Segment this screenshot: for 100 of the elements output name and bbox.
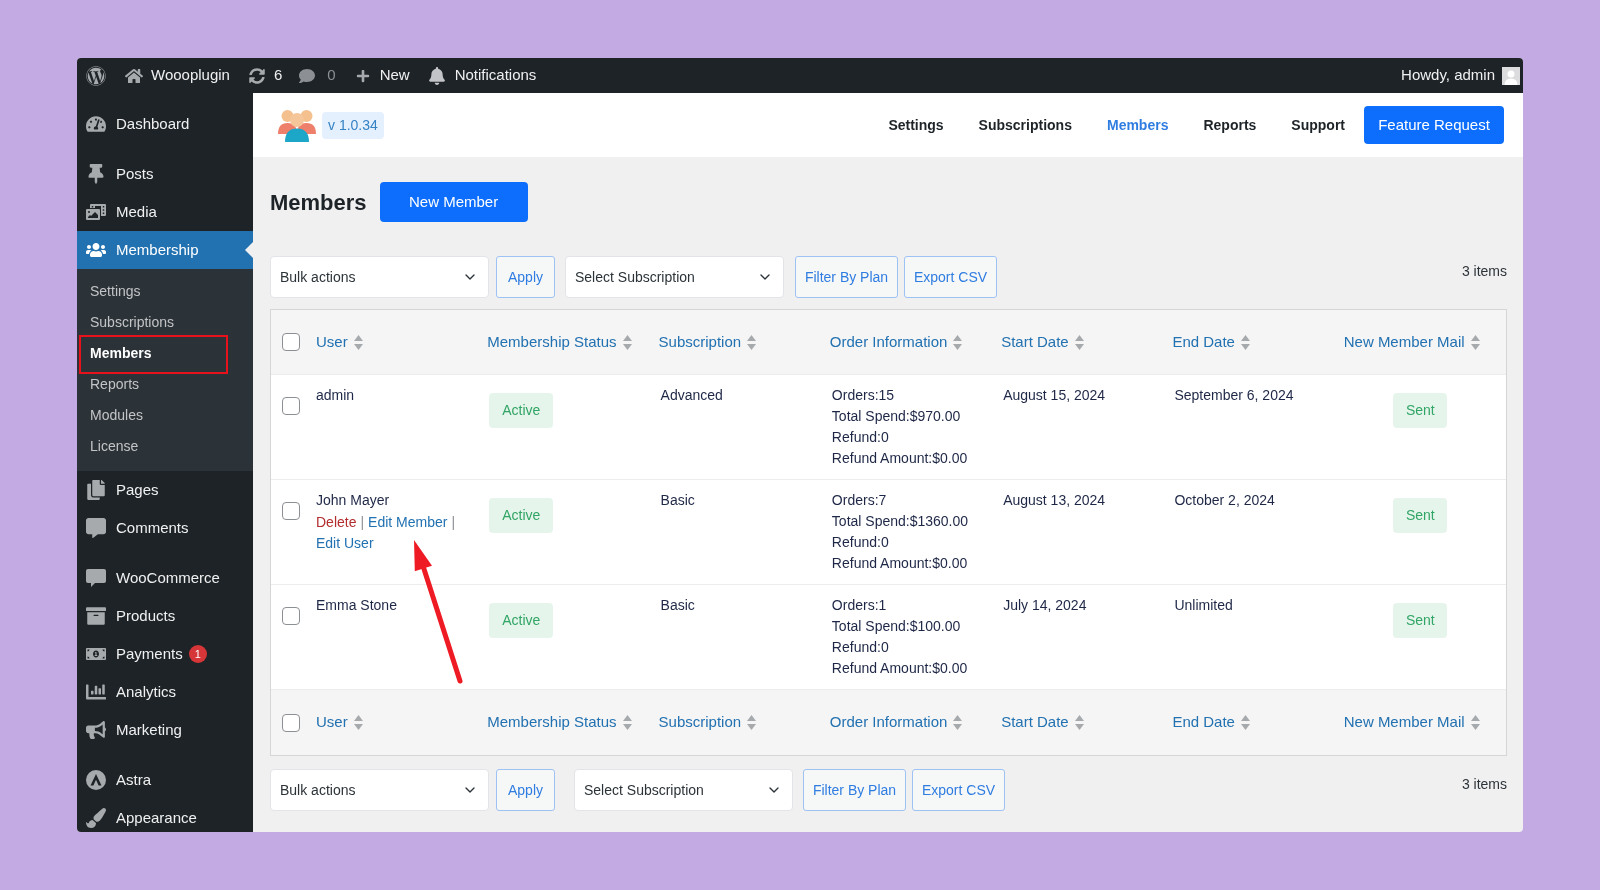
sidebar-item[interactable]: Comments (77, 509, 253, 547)
checkbox[interactable] (282, 502, 300, 520)
submenu-item[interactable]: Modules (77, 400, 253, 431)
column-header[interactable]: Membership Status (487, 711, 617, 734)
sort-icon[interactable] (747, 715, 757, 730)
status-badge: Active (489, 498, 554, 533)
sort-icon[interactable] (1074, 715, 1084, 730)
export-button[interactable]: Export CSV (912, 769, 1005, 811)
sort-icon[interactable] (953, 715, 963, 730)
people-icon (86, 240, 106, 260)
subscription-select[interactable]: Select Subscription (574, 769, 793, 811)
submenu-item[interactable]: Members (77, 338, 253, 369)
submenu-item[interactable]: Subscriptions (77, 307, 253, 338)
w-logo-icon[interactable] (86, 65, 106, 86)
version-badge: v 1.0.34 (322, 111, 384, 139)
column-header[interactable]: Membership Status (487, 330, 617, 354)
nav-link[interactable]: Settings (888, 114, 944, 136)
feature-request-button[interactable]: Feature Request (1364, 106, 1504, 144)
notifications-link[interactable]: Notifications (427, 64, 537, 87)
item-count: 3 items (1461, 775, 1507, 794)
table-cell: Advanced (660, 387, 723, 403)
mail-status-badge: Sent (1393, 393, 1448, 428)
refresh-icon (248, 67, 265, 84)
sort-icon[interactable] (622, 715, 632, 730)
column-header[interactable]: Start Date (1001, 711, 1069, 734)
column-header[interactable]: End Date (1172, 330, 1235, 354)
sort-icon[interactable] (1470, 334, 1480, 350)
sort-icon[interactable] (622, 334, 632, 350)
checkbox[interactable] (282, 713, 300, 732)
sidebar-item[interactable]: WooCommerce (77, 559, 253, 597)
nav-link[interactable]: Support (1291, 114, 1345, 136)
plus-icon (355, 68, 370, 83)
archive-box-icon (86, 606, 106, 626)
sort-icon[interactable] (353, 715, 363, 730)
nav-link[interactable]: Members (1106, 114, 1169, 136)
new-member-button[interactable]: New Member (379, 182, 528, 222)
column-header[interactable]: Order Information (829, 711, 948, 734)
table-cell: August 15, 2024 (1003, 387, 1106, 403)
sidebar-item[interactable]: Products (77, 597, 253, 635)
account-link[interactable]: Howdy, admin (1401, 64, 1520, 87)
column-header[interactable]: User (316, 711, 348, 734)
checkbox[interactable] (282, 607, 300, 625)
sidebar-item[interactable]: Marketing (77, 711, 253, 749)
sidebar-item[interactable]: Posts (77, 155, 253, 193)
column-header[interactable]: Start Date (1001, 330, 1069, 354)
table-cell: July 14, 2024 (1003, 597, 1087, 613)
user-name: Emma Stone (316, 596, 397, 615)
export-button[interactable]: Export CSV (904, 256, 997, 298)
submenu-item[interactable]: Settings (77, 276, 253, 307)
site-link[interactable]: Woooplugin (125, 64, 230, 87)
filter-button[interactable]: Filter By Plan (803, 769, 906, 811)
sort-icon[interactable] (1240, 334, 1250, 350)
bulk-actions-select[interactable]: Bulk actions (270, 256, 489, 298)
rounded-bubble-icon (86, 569, 106, 587)
sidebar-item[interactable]: Analytics (77, 673, 253, 711)
column-header[interactable]: Subscription (658, 711, 742, 734)
sidebar-item[interactable]: Pages (77, 471, 253, 509)
sidebar-item[interactable]: Dashboard (77, 105, 253, 143)
column-header[interactable]: New Member Mail (1343, 330, 1465, 354)
submenu-item[interactable]: License (77, 431, 253, 462)
subscription-select[interactable]: Select Subscription (565, 256, 784, 298)
sidebar-item[interactable]: Appearance (77, 799, 253, 832)
column-header[interactable]: End Date (1172, 711, 1235, 734)
sort-icon[interactable] (1470, 715, 1480, 730)
checkbox[interactable] (282, 333, 300, 351)
sort-icon[interactable] (1240, 715, 1250, 730)
house-icon (125, 66, 143, 85)
sort-icon[interactable] (1074, 334, 1084, 350)
gauge-icon (86, 114, 106, 134)
sort-icon[interactable] (953, 334, 963, 350)
bulk-actions-select[interactable]: Bulk actions (270, 769, 489, 811)
checkbox[interactable] (282, 397, 300, 415)
media-icon (86, 202, 106, 222)
nav-link[interactable]: Reports (1203, 114, 1257, 136)
comments-link[interactable]: 0 (299, 64, 336, 87)
sidebar-item[interactable]: Astra (77, 761, 253, 799)
column-header[interactable]: Subscription (658, 330, 742, 354)
sidebar-item[interactable]: Payments 1 (77, 635, 253, 673)
sidebar-item[interactable]: Media (77, 193, 253, 231)
row-action-link[interactable]: Edit Member (368, 512, 448, 533)
apply-button[interactable]: Apply (496, 256, 555, 298)
sort-icon[interactable] (353, 334, 363, 350)
count-badge: 1 (188, 645, 207, 663)
submenu-item[interactable]: Reports (77, 369, 253, 400)
filter-button[interactable]: Filter By Plan (795, 256, 898, 298)
nav-link[interactable]: Subscriptions (978, 114, 1072, 136)
column-header[interactable]: User (316, 330, 348, 354)
sort-icon[interactable] (747, 334, 757, 350)
sidebar-item[interactable]: Membership (77, 231, 253, 269)
documents-icon (86, 480, 106, 500)
user-name: admin (316, 386, 355, 405)
row-action-link[interactable]: Delete (316, 512, 357, 533)
column-header[interactable]: Order Information (829, 330, 948, 354)
updates-link[interactable]: 6 (248, 64, 283, 87)
avatar-icon (1502, 66, 1520, 85)
row-action-link[interactable]: Edit User (316, 533, 374, 554)
apply-button[interactable]: Apply (496, 769, 555, 811)
column-header[interactable]: New Member Mail (1343, 711, 1465, 734)
new-link[interactable]: New (355, 64, 410, 87)
table-cell: Basic (660, 492, 695, 508)
